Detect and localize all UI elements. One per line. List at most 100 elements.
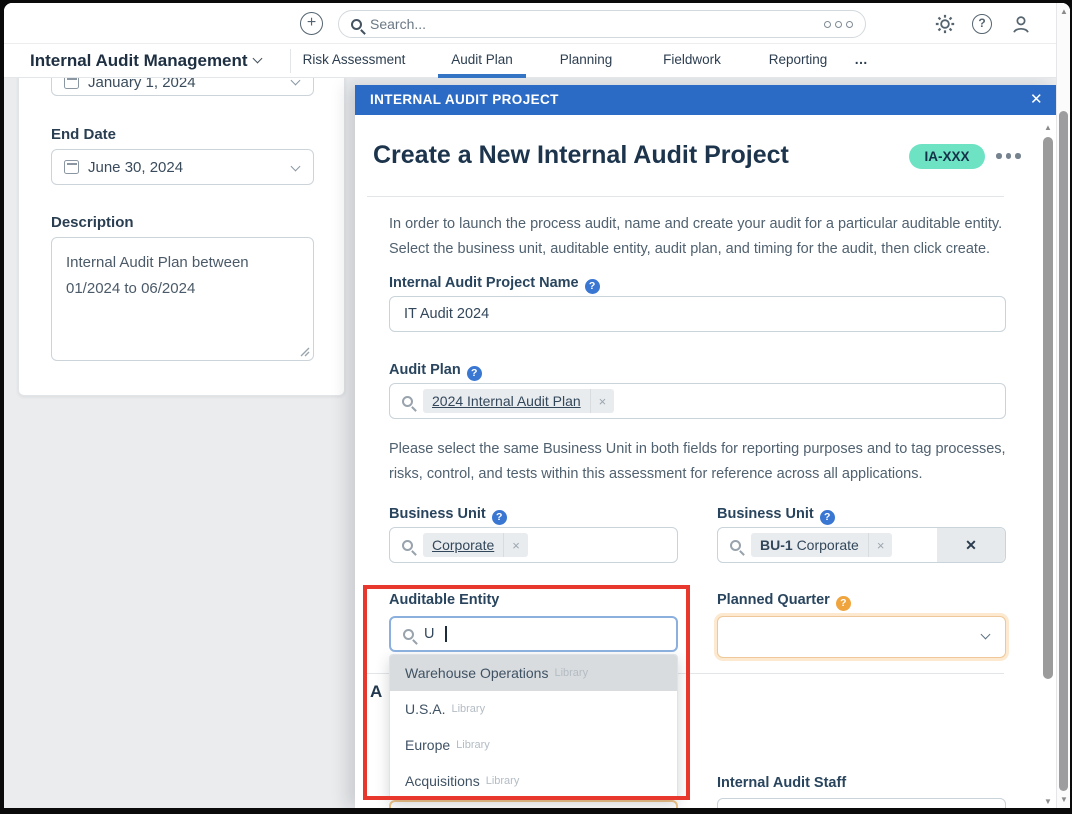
modal-intro-text: In order to launch the process audit, na…: [389, 216, 1003, 257]
scrollbar-thumb[interactable]: [1059, 111, 1068, 791]
business-unit-right-tag: BU-1 Corporate ×: [751, 533, 893, 557]
tab-more-icon[interactable]: …: [846, 44, 876, 78]
planned-quarter-select[interactable]: [717, 616, 1006, 658]
business-unit-right-select[interactable]: BU-1 Corporate × ✕: [717, 527, 1006, 563]
resize-handle-icon[interactable]: [300, 347, 310, 357]
auditable-entity-search-input[interactable]: U: [389, 616, 678, 652]
modal-header: INTERNAL AUDIT PROJECT ✕: [355, 85, 1056, 115]
option-suffix: Library: [554, 667, 589, 679]
project-name-input[interactable]: IT Audit 2024: [389, 296, 1006, 332]
project-name-value: IT Audit 2024: [404, 306, 490, 322]
search-icon: [402, 395, 413, 407]
modal-header-title: INTERNAL AUDIT PROJECT: [370, 92, 559, 107]
scroll-up-icon[interactable]: ▲: [1057, 7, 1070, 16]
dropdown-option[interactable]: U.S.A. Library: [390, 691, 677, 727]
top-bar: + ?: [4, 3, 1070, 44]
dropdown-option[interactable]: Warehouse Operations Library: [390, 655, 677, 691]
search-icon: [403, 628, 414, 640]
description-textarea[interactable]: Internal Audit Plan between 01/2024 to 0…: [51, 237, 314, 361]
business-unit-left-tag: Corporate ×: [423, 533, 528, 557]
hidden-section-heading-partial: A: [370, 682, 383, 701]
internal-audit-staff-input[interactable]: [717, 798, 1006, 808]
tab-audit-plan[interactable]: Audit Plan: [438, 44, 526, 78]
search-input[interactable]: [370, 16, 824, 32]
option-suffix: Library: [451, 703, 486, 715]
tag-label: Corporate: [796, 537, 859, 553]
browser-scrollbar[interactable]: ▲ ▼: [1056, 3, 1070, 808]
help-icon[interactable]: ?: [466, 366, 482, 381]
planned-quarter-label-text: Planned Quarter: [717, 592, 830, 608]
option-name: U.S.A.: [405, 701, 446, 717]
screen: + ?: [0, 0, 1072, 814]
add-icon[interactable]: +: [300, 12, 323, 35]
divider: [290, 49, 291, 73]
search-icon: [351, 18, 362, 30]
help-icon[interactable]: ?: [584, 279, 600, 294]
business-unit-right-label: Business Unit?: [717, 506, 835, 525]
help-icon[interactable]: ?: [972, 14, 994, 36]
option-name: Warehouse Operations: [405, 665, 549, 681]
scroll-down-icon[interactable]: ▼: [1057, 795, 1070, 804]
project-id-badge: IA-XXX: [909, 144, 985, 169]
settings-gear-icon[interactable]: [934, 13, 956, 35]
module-title[interactable]: Internal Audit Management: [30, 51, 248, 71]
audit-plan-select[interactable]: 2024 Internal Audit Plan ×: [389, 383, 1006, 419]
audit-plan-tag-text: 2024 Internal Audit Plan: [432, 393, 581, 409]
audit-plan-tag: 2024 Internal Audit Plan ×: [423, 389, 615, 413]
audit-plan-label: Audit Plan?: [389, 362, 482, 381]
chevron-down-icon: [980, 629, 991, 640]
tab-fieldwork[interactable]: Fieldwork: [648, 44, 736, 78]
close-icon[interactable]: ✕: [1030, 85, 1043, 115]
help-icon[interactable]: ?: [819, 510, 835, 525]
description-value: Internal Audit Plan between 01/2024 to 0…: [66, 254, 249, 297]
business-unit-right-label-text: Business Unit: [717, 506, 814, 522]
internal-audit-project-modal: INTERNAL AUDIT PROJECT ✕ Create a New In…: [355, 85, 1056, 808]
business-unit-left-select[interactable]: Corporate ×: [389, 527, 678, 563]
global-search[interactable]: [338, 10, 866, 38]
business-unit-note: Please select the same Business Unit in …: [389, 441, 1006, 482]
business-unit-left-tag-text: Corporate: [432, 537, 495, 553]
search-options-icon[interactable]: [824, 20, 853, 28]
planned-quarter-label: Planned Quarter?: [717, 592, 851, 611]
remove-tag-icon[interactable]: ×: [503, 533, 528, 557]
help-icon[interactable]: ?: [835, 596, 851, 611]
business-unit-right-tag-text: BU-1 Corporate: [751, 537, 868, 553]
modal-scrollbar[interactable]: ▲ ▼: [1042, 121, 1054, 808]
business-unit-left-label-text: Business Unit: [389, 506, 486, 522]
user-profile-icon[interactable]: [1010, 13, 1032, 35]
description-label: Description: [51, 214, 134, 231]
project-name-label: Internal Audit Project Name?: [389, 275, 600, 294]
option-name: Europe: [405, 737, 451, 753]
scroll-down-icon[interactable]: ▼: [1041, 797, 1055, 806]
divider: [367, 196, 1004, 197]
tab-reporting[interactable]: Reporting: [756, 44, 840, 78]
more-options-icon[interactable]: [996, 153, 1021, 159]
auditable-entity-dropdown: Warehouse Operations Library U.S.A. Libr…: [389, 654, 678, 800]
clear-field-button[interactable]: ✕: [937, 528, 1005, 562]
option-suffix: Library: [456, 739, 490, 751]
remove-tag-icon[interactable]: ×: [867, 533, 893, 557]
option-name: Acquisitions: [405, 773, 480, 789]
tab-risk-assessment[interactable]: Risk Assessment: [300, 44, 408, 78]
tag-prefix: BU-1: [760, 537, 793, 553]
auditable-entity-select-hidden[interactable]: [389, 800, 678, 808]
scroll-up-icon[interactable]: ▲: [1041, 123, 1055, 132]
remove-tag-icon[interactable]: ×: [589, 389, 615, 413]
audit-plan-details-card: January 1, 2024 End Date June 30, 2024 D…: [18, 55, 345, 396]
scrollbar-thumb[interactable]: [1043, 137, 1053, 679]
end-date-field[interactable]: June 30, 2024: [51, 149, 314, 185]
module-nav-bar: Internal Audit Management Risk Assessmen…: [4, 44, 1070, 78]
audit-plan-label-text: Audit Plan: [389, 362, 461, 378]
tab-planning[interactable]: Planning: [544, 44, 628, 78]
text-cursor: [445, 626, 447, 642]
app-window: + ?: [4, 3, 1070, 808]
option-suffix: Library: [485, 775, 520, 787]
internal-audit-staff-label: Internal Audit Staff: [717, 775, 847, 791]
end-date-value: June 30, 2024: [88, 158, 184, 176]
dropdown-option[interactable]: Europe Library: [390, 727, 677, 763]
calendar-icon: [64, 160, 79, 174]
dropdown-option[interactable]: Acquisitions Library: [390, 763, 677, 799]
auditable-entity-query: U: [424, 626, 435, 642]
help-icon[interactable]: ?: [491, 510, 507, 525]
search-icon: [730, 539, 741, 551]
